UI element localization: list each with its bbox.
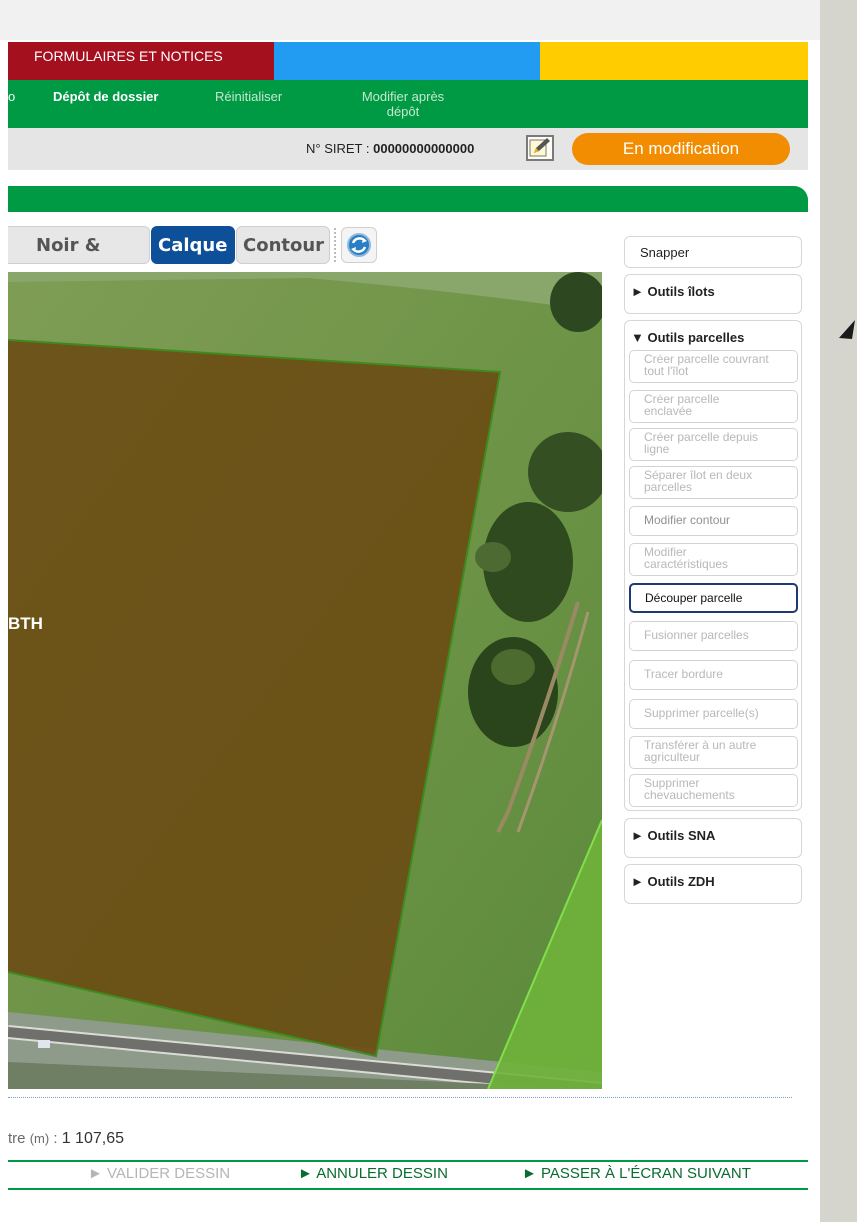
triangle-down-icon: ▼ bbox=[631, 330, 644, 345]
triangle-right-icon: ► bbox=[631, 874, 644, 889]
yellow-header-block[interactable] bbox=[540, 42, 808, 80]
perimeter-unit: (m) bbox=[29, 1131, 50, 1146]
pencil-icon bbox=[529, 138, 550, 157]
parcel-label: BTH bbox=[8, 614, 43, 633]
supprimer-parcelles-button[interactable]: Supprimer parcelle(s) bbox=[629, 699, 798, 729]
outils-zdh-label: Outils ZDH bbox=[647, 874, 715, 889]
tab-contour[interactable]: Contour bbox=[236, 226, 330, 264]
passer-ecran-suivant-button[interactable]: ► PASSER À L'ÉCRAN SUIVANT bbox=[522, 1165, 751, 1182]
tab-noir-blanc[interactable]: Noir & blanc bbox=[8, 226, 150, 294]
nav-item-depot[interactable]: Dépôt de dossier bbox=[53, 89, 158, 104]
nav-item-reinitialiser[interactable]: Réinitialiser bbox=[215, 89, 282, 104]
main-nav: o Dépôt de dossier Réinitialiser Modifie… bbox=[8, 80, 808, 128]
outils-ilots-label: Outils îlots bbox=[647, 284, 715, 299]
decouper-parcelle-button[interactable]: Découper parcelle bbox=[629, 583, 798, 613]
refresh-button[interactable] bbox=[341, 227, 377, 263]
right-gutter bbox=[820, 0, 857, 1222]
tab-calque[interactable]: Calque bbox=[151, 226, 235, 264]
toolbar-separator bbox=[334, 228, 336, 262]
tracer-bordure-button[interactable]: Tracer bordure bbox=[629, 660, 798, 690]
blue-header-block[interactable] bbox=[274, 42, 540, 80]
creer-parcelle-enclavee-button[interactable]: Créer parcelle enclavée bbox=[629, 390, 798, 423]
tool-line2: parcelles bbox=[644, 480, 693, 494]
nav-modifier-line2: dépôt bbox=[386, 104, 420, 119]
siret-value: 00000000000000 bbox=[373, 141, 475, 156]
passer-ecran-suivant-label: PASSER À L'ÉCRAN SUIVANT bbox=[541, 1165, 751, 1182]
tool-line2: enclavée bbox=[644, 404, 693, 418]
valider-dessin-label: VALIDER DESSIN bbox=[107, 1165, 231, 1182]
outils-ilots-section[interactable]: ► Outils îlots bbox=[624, 274, 802, 314]
modifier-contour-button[interactable]: Modifier contour bbox=[629, 506, 798, 536]
creer-parcelle-couvrant-button[interactable]: Créer parcelle couvrant tout l'îlot bbox=[629, 350, 798, 383]
section-header-strip bbox=[8, 186, 808, 212]
outils-ilots-header[interactable]: ► Outils îlots bbox=[625, 275, 801, 299]
footer-rule-top bbox=[8, 1160, 808, 1162]
play-icon: ► bbox=[88, 1165, 103, 1182]
valider-dessin-button[interactable]: ► VALIDER DESSIN bbox=[88, 1165, 230, 1182]
outils-sna-label: Outils SNA bbox=[647, 828, 716, 843]
outils-zdh-header[interactable]: ► Outils ZDH bbox=[625, 865, 801, 889]
perimeter-sep: : bbox=[49, 1130, 62, 1147]
edit-siret-button[interactable] bbox=[526, 135, 554, 161]
transferer-agriculteur-button[interactable]: Transférer à un autre agriculteur bbox=[629, 736, 798, 769]
siret-label: N° SIRET : bbox=[306, 141, 370, 156]
refresh-icon bbox=[347, 233, 371, 257]
tool-line2: tout l'îlot bbox=[644, 364, 689, 378]
status-badge: En modification bbox=[572, 133, 790, 165]
footer-rule-bottom bbox=[8, 1188, 808, 1190]
top-strip bbox=[0, 0, 820, 40]
fusionner-parcelles-button[interactable]: Fusionner parcelles bbox=[629, 621, 798, 651]
perimeter-label: tre bbox=[8, 1130, 26, 1147]
outils-parcelles-header[interactable]: ▼ Outils parcelles bbox=[625, 321, 801, 345]
tool-line2: caractéristiques bbox=[644, 557, 729, 571]
formulaires-tab[interactable]: FORMULAIRES ET NOTICES bbox=[8, 42, 274, 80]
siret-info: N° SIRET : 00000000000000 bbox=[306, 141, 474, 156]
outils-sna-header[interactable]: ► Outils SNA bbox=[625, 819, 801, 843]
nav-item-modifier-apres-depot[interactable]: Modifier après dépôt bbox=[355, 89, 451, 119]
separer-ilot-button[interactable]: Séparer îlot en deux parcelles bbox=[629, 466, 798, 499]
outils-sna-section[interactable]: ► Outils SNA bbox=[624, 818, 802, 858]
siret-bar: N° SIRET : 00000000000000 En modificatio… bbox=[8, 128, 808, 170]
triangle-right-icon: ► bbox=[631, 828, 644, 843]
nav-item-truncated[interactable]: o bbox=[8, 89, 15, 104]
cursor-arrow-icon bbox=[839, 320, 855, 339]
supprimer-chevauchements-button[interactable]: Supprimer chevauchements bbox=[629, 774, 798, 807]
triangle-right-icon: ► bbox=[631, 284, 644, 299]
snapper-button[interactable]: Snapper bbox=[624, 236, 802, 268]
perimeter-value: 1 107,65 bbox=[61, 1130, 124, 1147]
annuler-dessin-label: ANNULER DESSIN bbox=[316, 1165, 448, 1182]
nav-modifier-line1: Modifier après bbox=[361, 89, 445, 104]
perimeter-readout: tre (m) : 1 107,65 bbox=[8, 1130, 124, 1148]
outils-parcelles-label: Outils parcelles bbox=[647, 330, 745, 345]
annuler-dessin-button[interactable]: ► ANNULER DESSIN bbox=[298, 1165, 448, 1182]
tool-line2: chevauchements bbox=[644, 788, 735, 802]
formulaires-label: FORMULAIRES ET NOTICES bbox=[34, 48, 223, 64]
map-canvas[interactable]: BTH bbox=[8, 272, 602, 1089]
creer-parcelle-depuis-ligne-button[interactable]: Créer parcelle depuis ligne bbox=[629, 428, 798, 461]
divider bbox=[8, 1097, 792, 1098]
play-icon: ► bbox=[298, 1165, 313, 1182]
play-icon: ► bbox=[522, 1165, 537, 1182]
aerial-map bbox=[8, 272, 602, 1089]
modifier-caracteristiques-button[interactable]: Modifier caractéristiques bbox=[629, 543, 798, 576]
tool-line2: agriculteur bbox=[644, 750, 701, 764]
tool-line2: ligne bbox=[644, 442, 670, 456]
outils-zdh-section[interactable]: ► Outils ZDH bbox=[624, 864, 802, 904]
